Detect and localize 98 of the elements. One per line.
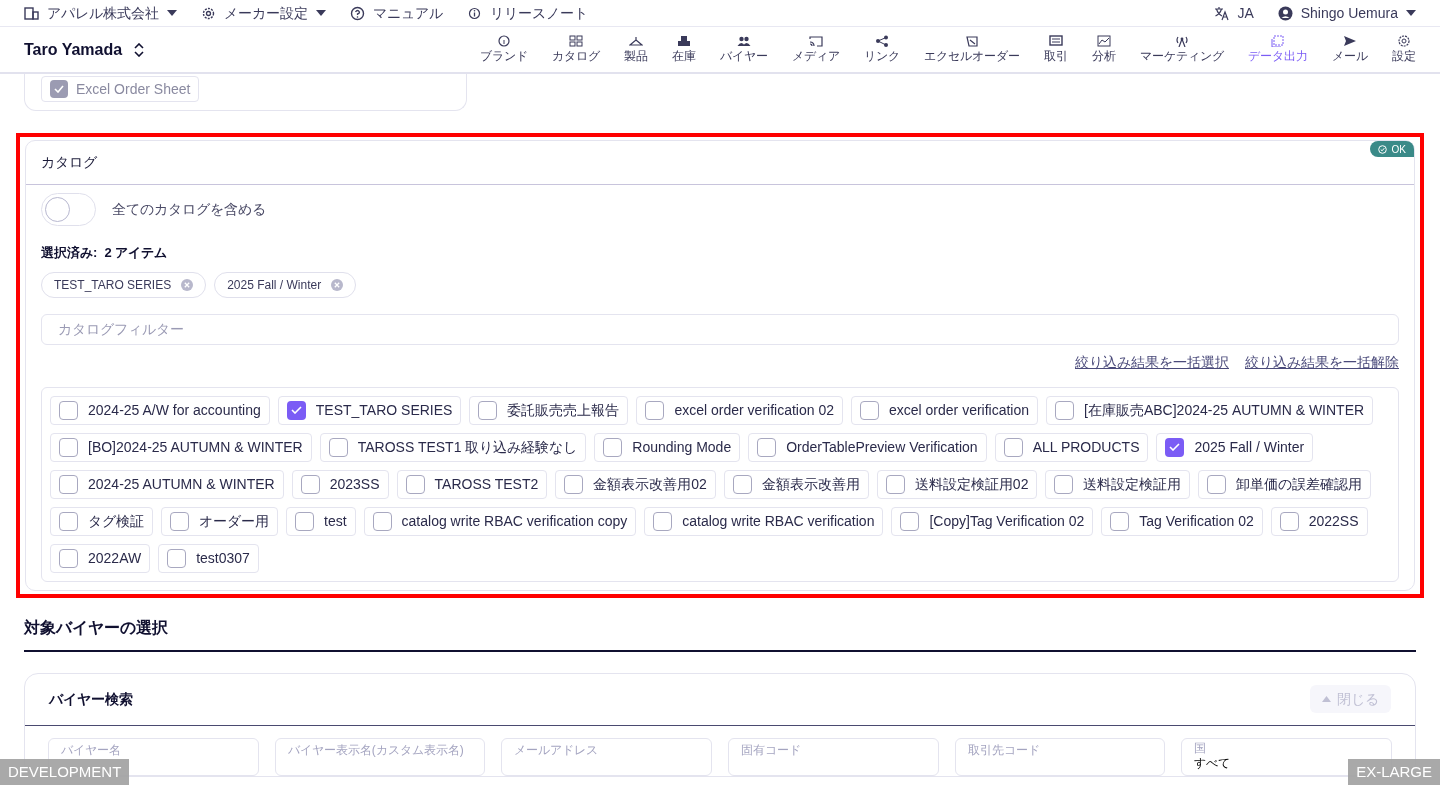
catalog-option[interactable]: test0307 [158,543,259,573]
input-field[interactable]: 固有コード [728,737,939,776]
catalog-option[interactable]: 送料設定検証用02 [876,469,1038,499]
catalog-option[interactable]: Rounding Mode [594,432,741,462]
caret-icon [167,10,177,16]
remove-icon [181,278,194,291]
catalog-option[interactable]: 2024-25 A/W for accounting [50,395,270,425]
catalog-option[interactable]: catalog write RBAC verification copy [363,506,637,536]
section-heading: 対象バイヤーの選択 [24,618,168,636]
catalog-option[interactable]: 金額表示改善用02 [555,469,716,499]
catalog-option[interactable]: 卸単価の誤差確認用 [1198,469,1372,499]
input-field[interactable]: 取引先コード [954,737,1166,776]
catalog-option[interactable]: TEST_TARO SERIES [277,395,462,425]
catalog-option[interactable]: 送料設定検証用 [1045,469,1191,499]
account-name: Taro Yamada [24,39,123,60]
toggle-switch[interactable] [41,193,96,226]
info-icon [497,35,511,47]
checkmark-icon [54,85,64,93]
nav-tab[interactable]: メール [1320,35,1380,64]
nav-tab[interactable]: バイヤー [708,35,780,64]
catalog-option[interactable]: catalog write RBAC verification [644,506,884,536]
nav-tab[interactable]: ブランド [468,35,540,64]
translate-icon [1214,5,1230,21]
catalog-option[interactable]: excel order verification [851,395,1039,425]
catalog-option[interactable]: 2022AW [50,543,151,573]
checkmark-icon [290,406,302,414]
spreadsheet-icon [965,35,979,47]
top-menu-item[interactable]: アパレル株式会社 [24,2,177,24]
catalog-option[interactable]: excel order verification 02 [636,395,843,425]
filter-field[interactable]: カタログフィルター [41,313,1399,345]
top-menu-item[interactable]: メーカー設定 [201,2,326,24]
top-menu-item[interactable]: マニュアル [350,2,443,24]
selected-count: 選択済み: 2 アイテム [41,244,169,262]
catalog-option[interactable]: 2022SS [1270,506,1368,536]
panel-title: バイヤー検索 [49,689,133,709]
environment-badge: EX-LARGE [1348,759,1440,785]
catalog-option[interactable]: [BO]2024-25 AUTUMN & WINTER [50,432,312,462]
antenna-icon [1175,35,1189,47]
environment-badge: DEVELOPMENT [0,759,130,785]
catalog-option[interactable]: ALL PRODUCTS [994,432,1149,462]
catalog-option[interactable]: Tag Verification 02 [1101,506,1263,536]
nav-tab[interactable]: カタログ [540,35,612,64]
bulk-link[interactable]: 絞り込み結果を一括選択 [1075,351,1229,373]
chart-icon [1097,35,1111,47]
nav-tab[interactable]: 分析 [1080,35,1128,64]
bulk-link[interactable]: 絞り込み結果を一括解除 [1245,351,1399,373]
input-field[interactable]: メールアドレス [501,737,712,776]
help-icon [350,5,365,21]
nav-tab[interactable]: データ出力 [1236,35,1320,64]
catalog-option[interactable]: 2025 Fall / Winter [1156,432,1314,462]
people-icon [737,35,751,47]
caret-icon [316,10,326,16]
user-avatar-icon [1277,5,1293,21]
status-badge: OK [1369,141,1414,157]
grid-icon [569,35,583,47]
input-field[interactable]: バイヤー表示名(カスタム表示名) [274,737,486,776]
checkmark-icon [1169,443,1181,451]
export-icon [1271,35,1285,47]
nav-tab[interactable]: マーケティング [1128,35,1236,64]
catalog-option[interactable]: 金額表示改善用 [723,469,869,499]
nav-tab[interactable]: メディア [780,35,852,64]
catalog-option[interactable]: test [286,506,356,536]
catalog-option[interactable]: 2023SS [291,469,389,499]
info-icon [467,5,482,21]
send-icon [1343,35,1357,47]
boxes-icon [677,35,691,47]
chevron-updown-icon [134,42,145,57]
catalog-option[interactable]: TAROSS TEST1 取り込み経験なし [319,432,587,462]
nav-tab[interactable]: リンク [852,35,912,64]
catalog-option[interactable]: 2024-25 AUTUMN & WINTER [50,469,284,499]
catalog-option[interactable]: オーダー用 [161,506,278,536]
hanger-icon [629,35,643,47]
caret-up-icon [1322,696,1331,702]
catalog-option[interactable]: TAROSS TEST2 [396,469,548,499]
nav-tab[interactable]: 設定 [1380,35,1428,64]
catalog-option[interactable]: [Copy]Tag Verification 02 [891,506,1094,536]
remove-icon [331,278,344,291]
nav-tab[interactable]: 製品 [612,35,660,64]
catalog-option[interactable]: [在庫販売ABC]2024-25 AUTUMN & WINTER [1046,395,1374,425]
cast-icon [809,35,823,47]
nav-tab[interactable]: 在庫 [660,35,708,64]
catalog-option[interactable]: OrderTablePreview Verification [748,432,987,462]
message-icon [1049,35,1063,47]
top-menu-item[interactable]: リリースノート [467,2,588,24]
panel-title: カタログ [41,153,97,172]
language-button[interactable]: JA [1214,2,1254,24]
toggle-label: 全てのカタログを含める [112,200,266,219]
gear-icon [201,5,216,21]
user-menu[interactable]: Shingo Uemura [1277,2,1416,24]
caret-icon [1406,10,1416,16]
catalog-option[interactable]: 委託販売売上報告 [469,395,629,425]
building-icon [24,5,39,21]
gear-icon [1397,35,1411,47]
nav-tab[interactable]: 取引 [1032,35,1080,64]
share-icon [875,35,889,47]
check-circle-icon [1377,144,1387,154]
catalog-option[interactable]: タグ検証 [50,506,153,536]
nav-tab[interactable]: エクセルオーダー [912,35,1032,64]
